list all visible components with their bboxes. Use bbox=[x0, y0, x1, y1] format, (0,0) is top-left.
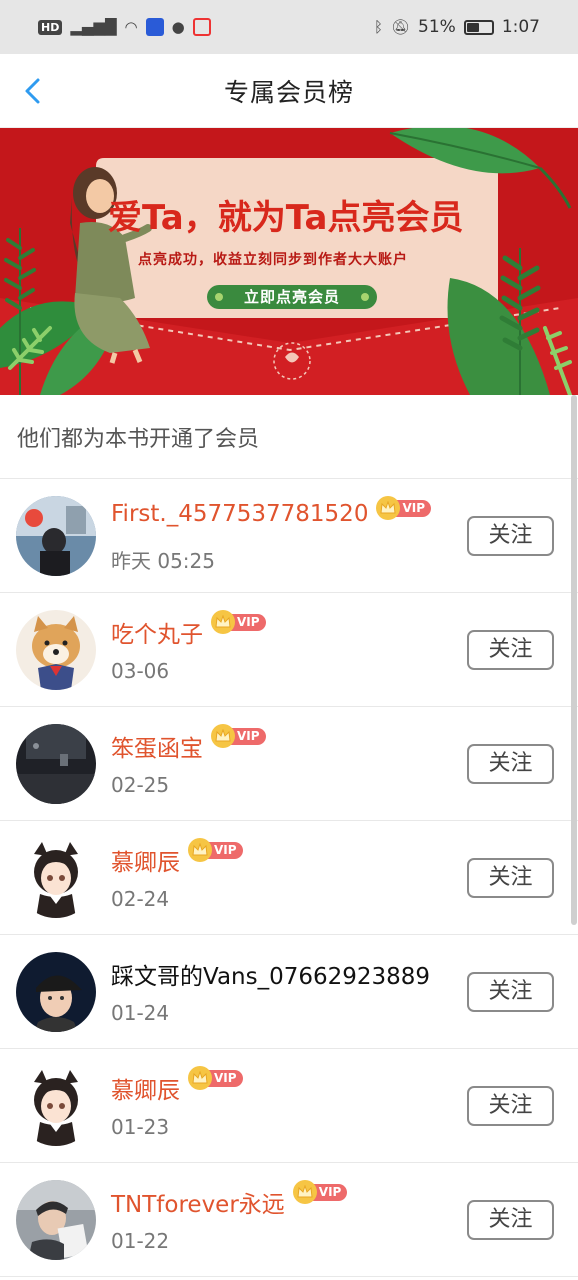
member-list: First._4577537781520 VIP 昨天 05:25 关注 吃个丸子 VIP… bbox=[0, 479, 578, 1277]
book-app-icon bbox=[192, 18, 211, 36]
member-row[interactable]: 吃个丸子 VIP 03-06 关注 bbox=[0, 593, 578, 707]
vip-badge: VIP bbox=[188, 838, 243, 862]
member-name-wrap: TNTforever永远 VIP bbox=[111, 1180, 348, 1219]
wifi-icon: ◠ bbox=[124, 18, 138, 36]
clock: 1:07 bbox=[501, 17, 540, 37]
member-name-wrap: 慕卿辰 VIP bbox=[111, 1066, 243, 1105]
navigation-bar: 专属会员榜 bbox=[0, 54, 578, 128]
avatar-anime-girl[interactable] bbox=[16, 1066, 96, 1146]
crown-icon bbox=[292, 1180, 317, 1204]
bluetooth-icon: ᛒ bbox=[373, 18, 383, 36]
vip-badge: VIP bbox=[292, 1180, 348, 1204]
follow-button[interactable]: 关注 bbox=[467, 516, 554, 556]
member-name[interactable]: 笨蛋函宝 bbox=[111, 729, 203, 763]
avatar-dark-scene[interactable] bbox=[16, 724, 96, 804]
vip-badge: VIP bbox=[211, 724, 266, 748]
promo-banner[interactable]: 爱Ta，就为Ta点亮会员 点亮成功，收益立刻同步到作者大大账户 立即点亮会员 bbox=[0, 128, 578, 395]
member-row[interactable]: 慕卿辰 VIP 02-24 关注 bbox=[0, 821, 578, 935]
banner-subtitle: 点亮成功，收益立刻同步到作者大大账户 bbox=[138, 252, 408, 268]
follow-button[interactable]: 关注 bbox=[467, 1200, 554, 1240]
member-name-wrap: 吃个丸子 VIP bbox=[111, 610, 266, 649]
follow-button[interactable]: 关注 bbox=[467, 744, 554, 784]
member-date: 01-22 bbox=[111, 1229, 170, 1253]
member-date: 02-24 bbox=[111, 887, 170, 911]
avatar-boy-gray[interactable] bbox=[16, 1180, 96, 1260]
member-name[interactable]: 慕卿辰 bbox=[111, 1071, 180, 1105]
avatar-boy-cap[interactable] bbox=[16, 952, 96, 1032]
follow-button[interactable]: 关注 bbox=[467, 972, 554, 1012]
hd-badge: HD bbox=[38, 19, 63, 35]
back-button[interactable] bbox=[18, 76, 48, 106]
crown-icon bbox=[211, 724, 235, 748]
vip-badge: VIP bbox=[376, 496, 431, 520]
member-name[interactable]: First._4577537781520 bbox=[111, 501, 368, 527]
section-title: 他们都为本书开通了会员 bbox=[0, 395, 578, 479]
member-date: 昨天 05:25 bbox=[111, 549, 215, 573]
member-name-wrap: 慕卿辰 VIP bbox=[111, 838, 243, 877]
crown-icon bbox=[211, 610, 235, 634]
avatar-photo-dark[interactable] bbox=[16, 496, 96, 576]
follow-button[interactable]: 关注 bbox=[467, 858, 554, 898]
crown-icon bbox=[188, 838, 212, 862]
member-date: 01-24 bbox=[111, 1001, 170, 1025]
member-row[interactable]: First._4577537781520 VIP 昨天 05:25 关注 bbox=[0, 479, 578, 593]
member-name[interactable]: 慕卿辰 bbox=[111, 843, 180, 877]
member-name-wrap: First._4577537781520 VIP bbox=[111, 496, 431, 527]
member-row[interactable]: 踩文哥的Vans_07662923889 01-24 关注 bbox=[0, 935, 578, 1049]
scrollbar[interactable] bbox=[571, 395, 577, 925]
member-name-wrap: 踩文哥的Vans_07662923889 bbox=[111, 957, 430, 991]
chevron-left-icon bbox=[25, 78, 40, 104]
light-up-vip-button[interactable]: 立即点亮会员 bbox=[207, 285, 377, 309]
member-name[interactable]: 吃个丸子 bbox=[111, 615, 203, 649]
vip-badge: VIP bbox=[188, 1066, 243, 1090]
follow-button[interactable]: 关注 bbox=[467, 1086, 554, 1126]
battery-percent: 51% bbox=[418, 17, 456, 37]
wechat-icon: ● bbox=[171, 18, 185, 36]
battery-icon bbox=[463, 19, 494, 35]
app-notification-icon bbox=[145, 18, 164, 36]
crown-icon bbox=[188, 1066, 212, 1090]
follow-button[interactable]: 关注 bbox=[467, 630, 554, 670]
member-row[interactable]: 笨蛋函宝 VIP 02-25 关注 bbox=[0, 707, 578, 821]
member-name-wrap: 笨蛋函宝 VIP bbox=[111, 724, 266, 763]
status-bar: HD ▂▄▆█ ◠ ● ᛒ 🔕︎ 51% 1:07 bbox=[0, 0, 578, 54]
member-name[interactable]: TNTforever永远 bbox=[111, 1185, 285, 1219]
member-name[interactable]: 踩文哥的Vans_07662923889 bbox=[111, 957, 430, 991]
signal-icon: ▂▄▆█ bbox=[70, 18, 117, 36]
vip-badge: VIP bbox=[211, 610, 266, 634]
member-row[interactable]: 慕卿辰 VIP 01-23 关注 bbox=[0, 1049, 578, 1163]
member-date: 01-23 bbox=[111, 1115, 170, 1139]
avatar-anime-girl[interactable] bbox=[16, 838, 96, 918]
mute-icon: 🔕︎ bbox=[390, 18, 411, 36]
banner-headline: 爱Ta，就为Ta点亮会员 bbox=[108, 198, 464, 238]
member-date: 03-06 bbox=[111, 659, 170, 683]
status-left: HD ▂▄▆█ ◠ ● bbox=[38, 18, 211, 36]
page-title: 专属会员榜 bbox=[223, 77, 354, 107]
member-date: 02-25 bbox=[111, 773, 170, 797]
status-right: ᛒ 🔕︎ 51% 1:07 bbox=[374, 17, 540, 37]
avatar-shiba-dog[interactable] bbox=[16, 610, 96, 690]
member-row[interactable]: TNTforever永远 VIP 01-22 关注 bbox=[0, 1163, 578, 1277]
